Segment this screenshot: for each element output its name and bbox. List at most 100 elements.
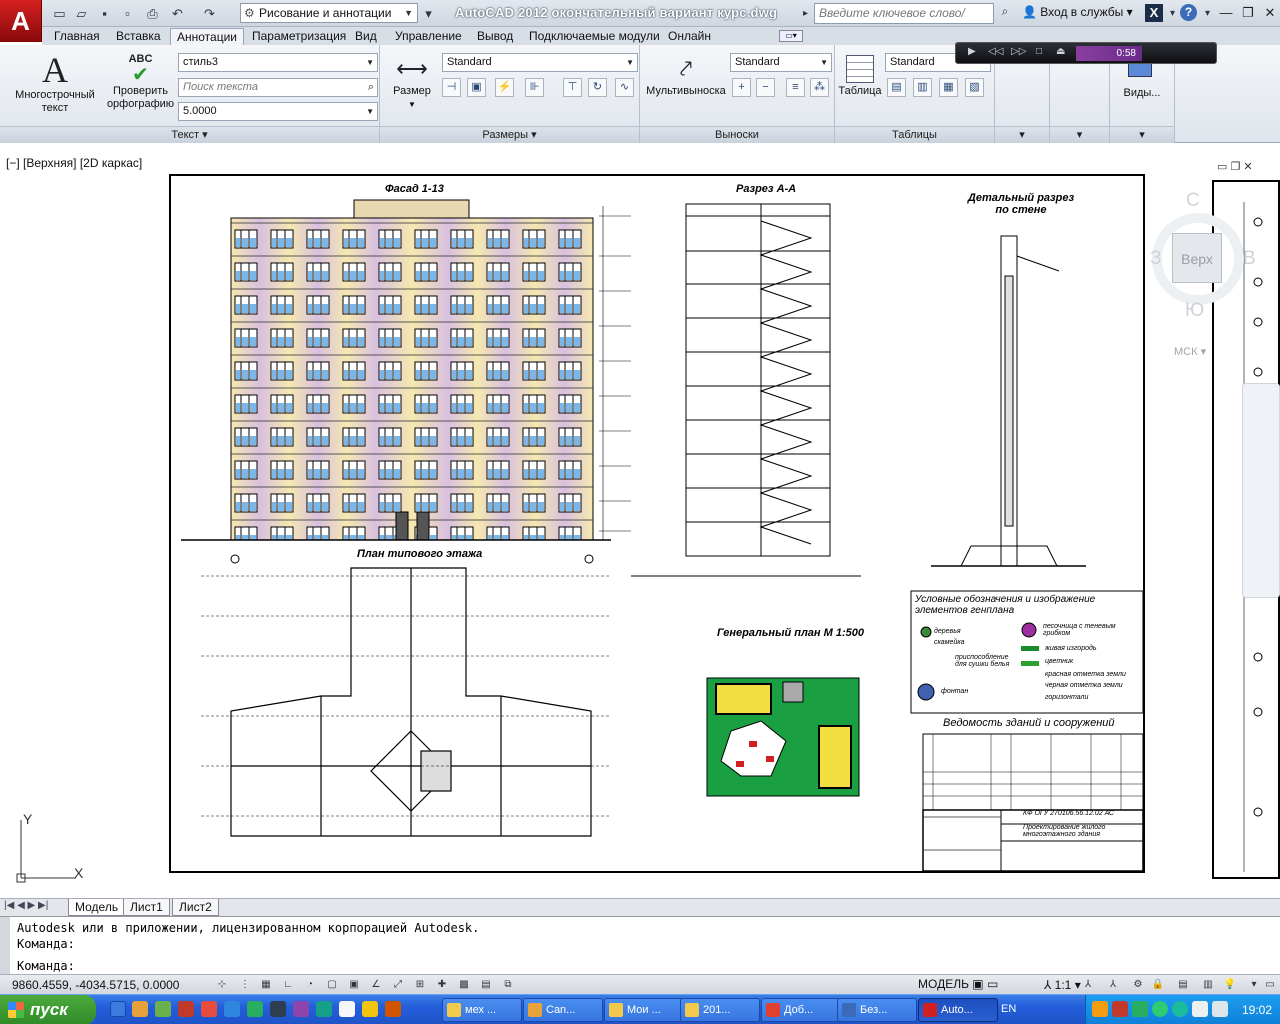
rewind-icon[interactable]: ◁◁ [988, 46, 1003, 57]
command-window[interactable]: Autodesk или в приложении, лицензированн… [0, 916, 1280, 975]
align-leaders-icon[interactable]: ≡ [786, 78, 805, 97]
taskbar-button[interactable]: мех ... [442, 998, 522, 1022]
navigation-bar[interactable] [1242, 383, 1280, 598]
wcs-menu[interactable]: МСК ▾ [1174, 345, 1206, 358]
help-menu-icon[interactable]: ▾ [1198, 4, 1217, 23]
close-button[interactable]: ✕ [1260, 4, 1280, 22]
viewcube-east[interactable]: В [1243, 248, 1256, 270]
collect-leaders-icon[interactable]: ⁂ [810, 78, 829, 97]
dimensions-panel-label[interactable]: Размеры ▾ [380, 126, 639, 143]
dyn-icon[interactable]: ⊞ [412, 977, 428, 993]
maximize-button[interactable]: ❐ [1238, 4, 1258, 22]
viewport-label[interactable]: [−] [Верхняя] [2D каркас] [6, 156, 142, 170]
quicklaunch-opera-icon[interactable] [178, 1001, 194, 1017]
infer-constraints-icon[interactable]: ⊹ [214, 977, 230, 993]
otrack-icon[interactable]: ∠ [368, 977, 384, 993]
quicklaunch-icon[interactable] [201, 1001, 217, 1017]
save-as-icon[interactable]: ▫ [118, 4, 137, 23]
quicklaunch-icon[interactable] [247, 1001, 263, 1017]
table-extract-icon[interactable]: ▥ [913, 78, 932, 97]
dim-style-select[interactable]: Standard ▼ [442, 53, 638, 72]
quicklaunch-media-icon[interactable] [270, 1001, 286, 1017]
tab-home[interactable]: Главная [48, 28, 106, 46]
lock-icon[interactable]: 🔒 [1150, 977, 1166, 993]
hardware-icon[interactable]: ▤ [1175, 977, 1191, 993]
tray-whatsapp-icon[interactable] [1152, 1001, 1168, 1017]
tab-model[interactable]: Модель [68, 899, 126, 916]
dim-continue-icon[interactable]: ⊪ [525, 78, 544, 97]
ortho-icon[interactable]: ∟ [280, 977, 296, 993]
workspace-select[interactable]: ⚙ Рисование и аннотации ▼ [240, 3, 418, 23]
polar-icon[interactable]: ◔ [302, 977, 318, 993]
taskbar-button[interactable]: Can... [523, 998, 603, 1022]
quicklaunch-ie-icon[interactable] [110, 1001, 126, 1017]
tray-icon[interactable] [1132, 1001, 1148, 1017]
tray-skype-icon[interactable] [1172, 1001, 1188, 1017]
play-icon[interactable]: ▶ [968, 46, 976, 57]
application-menu-button[interactable]: A [0, 0, 42, 42]
annotation-visibility-icon[interactable]: ⅄ [1080, 977, 1096, 993]
sc-icon[interactable]: ⧉ [500, 977, 516, 993]
start-button[interactable]: пуск [0, 995, 96, 1024]
transparency-icon[interactable]: ▩ [456, 977, 472, 993]
tab-layout1[interactable]: Лист1 [123, 899, 170, 916]
table-download-icon[interactable]: ▦ [939, 78, 958, 97]
text-panel-label[interactable]: Текст ▾ [0, 126, 379, 143]
quicklaunch-firefox-icon[interactable] [132, 1001, 148, 1017]
table-upload-icon[interactable]: ▧ [965, 78, 984, 97]
tab-online[interactable]: Онлайн [662, 28, 717, 46]
annotation-scale[interactable]: ⅄ 1:1 ▾ [1044, 978, 1081, 992]
workspace-switch-icon[interactable]: ⚙ [1130, 977, 1146, 993]
views-panel-toggle[interactable]: ▾ [1110, 126, 1174, 143]
eject-icon[interactable]: ⏏ [1056, 46, 1065, 57]
clock[interactable]: 19:02 [1242, 1003, 1272, 1017]
dim-break-icon[interactable]: ⊣ [442, 78, 461, 97]
collapsed-panel-1-toggle[interactable]: ▾ [995, 126, 1049, 143]
dim-inspect-icon[interactable]: ▣ [467, 78, 486, 97]
table-button[interactable]: Таблица [838, 53, 882, 98]
snap-icon[interactable]: ⋮ [237, 977, 253, 993]
tab-insert[interactable]: Вставка [110, 28, 167, 46]
lineweight-icon[interactable]: ✚ [434, 977, 450, 993]
viewcube-west[interactable]: З [1150, 248, 1161, 270]
autoscale-icon[interactable]: ⅄ [1105, 977, 1121, 993]
quicklaunch-icon[interactable] [224, 1001, 240, 1017]
tab-plugins[interactable]: Подключаемые модули [523, 28, 666, 46]
ribbon-minimize-icon[interactable]: ▭▾ [779, 30, 803, 42]
model-space-toggle[interactable]: МОДЕЛЬ ▣ ▭ [918, 977, 998, 991]
dimension-button[interactable]: ⟷ Размер ▼ [390, 53, 434, 111]
3dosnap-icon[interactable]: ▣ [346, 977, 362, 993]
dim-jog-icon[interactable]: ⚡ [495, 78, 514, 97]
tray-icon[interactable] [1112, 1001, 1128, 1017]
dim-adjust-icon[interactable]: ⊤ [563, 78, 582, 97]
taskbar-button[interactable]: 201... [680, 998, 760, 1022]
taskbar-button[interactable]: Без... [837, 998, 917, 1022]
help-icon[interactable]: ? [1180, 4, 1197, 21]
add-leader-icon[interactable]: + [732, 78, 751, 97]
command-grip[interactable] [0, 917, 10, 975]
grid-icon[interactable]: ▦ [258, 977, 274, 993]
save-icon[interactable]: ▪ [95, 4, 114, 23]
viewcube[interactable]: С В З Ю Верх МСК ▾ [1150, 190, 1280, 370]
layout-nav-arrows[interactable]: |◀ ◀ ▶ ▶| [4, 900, 48, 911]
viewcube-south[interactable]: Ю [1185, 300, 1204, 322]
tray-volume-icon[interactable] [1212, 1001, 1228, 1017]
ducs-icon[interactable]: ⤢ [390, 977, 406, 993]
taskbar-button[interactable]: Доб... [761, 998, 841, 1022]
quick-access-menu-icon[interactable]: ▾ [419, 4, 438, 23]
text-height-select[interactable]: 5.0000 ▼ [178, 102, 378, 121]
status-menu-icon[interactable]: ▾ [1246, 977, 1262, 993]
quicklaunch-icon[interactable] [155, 1001, 171, 1017]
leader-style-select[interactable]: Standard ▼ [730, 53, 832, 72]
login-button[interactable]: 👤 Вход в службы ▾ [1022, 5, 1133, 19]
mleader-button[interactable]: ⤤ Мультивыноска [643, 53, 729, 98]
remove-leader-icon[interactable]: − [756, 78, 775, 97]
command-input[interactable]: Команда: [17, 959, 75, 973]
new-icon[interactable]: ▭ [50, 4, 69, 23]
tab-output[interactable]: Вывод [471, 28, 519, 46]
quicklaunch-icon[interactable] [293, 1001, 309, 1017]
forward-icon[interactable]: ▷▷ [1011, 46, 1026, 57]
find-text-input[interactable]: Поиск текста ⌕ [178, 78, 378, 97]
language-indicator[interactable]: EN [1001, 1003, 1016, 1015]
plot-icon[interactable]: ⎙ [143, 4, 162, 23]
